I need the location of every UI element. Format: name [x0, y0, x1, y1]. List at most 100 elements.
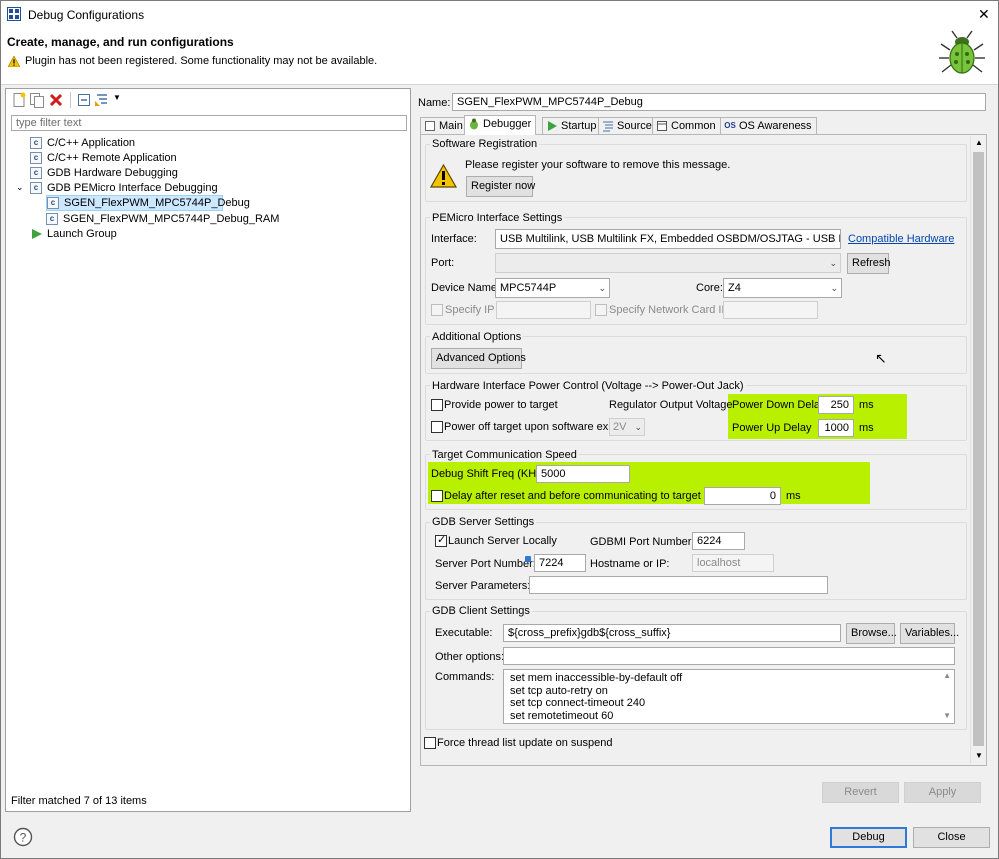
scrollbar-thumb[interactable] — [973, 152, 984, 746]
server-parameters-label: Server Parameters: — [435, 580, 531, 592]
register-now-button[interactable]: Register now — [466, 176, 535, 197]
nic-ip-field[interactable] — [723, 301, 818, 319]
variables-button[interactable]: Variables... — [900, 623, 959, 644]
executable-label: Executable: — [435, 627, 493, 639]
interface-select-value: USB Multilink, USB Multilink FX, Embedde… — [500, 233, 841, 245]
other-options-label: Other options: — [435, 651, 505, 663]
launch-server-locally-label: Launch Server Locally — [448, 535, 557, 547]
os-awareness-tab-icon: OS — [724, 121, 736, 130]
tree-item-label: SGEN_FlexPWM_MPC5744P_Debug — [64, 197, 250, 209]
filter-dropdown-icon[interactable]: ▼ — [113, 93, 121, 102]
executable-field[interactable]: ${cross_prefix}gdb${cross_suffix} — [503, 624, 841, 642]
server-port-field[interactable]: 7224 — [534, 554, 586, 572]
force-thread-checkbox[interactable] — [424, 737, 436, 749]
tree-item-label: SGEN_FlexPWM_MPC5744P_Debug_RAM — [63, 213, 280, 225]
tab-main[interactable]: Main — [420, 117, 468, 134]
server-port-label: Server Port Number: — [435, 558, 536, 570]
help-icon[interactable]: ? — [13, 827, 33, 847]
scroll-up-icon[interactable]: ▲ — [975, 138, 983, 147]
command-line: set mem inaccessible-by-default off — [510, 672, 683, 684]
other-options-field[interactable] — [503, 647, 955, 665]
registration-message: Please register your software to remove … — [465, 159, 731, 171]
delay-unit: ms — [786, 490, 801, 502]
title-bar: Debug Configurations ✕ — [1, 1, 998, 28]
c-config-icon: c — [46, 213, 58, 225]
interface-select[interactable]: USB Multilink, USB Multilink FX, Embedde… — [495, 229, 841, 249]
tab-label: OS Awareness — [739, 120, 812, 132]
tab-label: Startup — [561, 120, 597, 132]
power-up-delay-field[interactable]: 1000 — [818, 419, 854, 437]
close-window-icon[interactable]: ✕ — [978, 6, 990, 23]
power-down-unit: ms — [859, 399, 874, 411]
power-down-delay-field[interactable]: 250 — [818, 396, 854, 414]
hostname-field[interactable]: localhost — [692, 554, 774, 572]
c-config-icon: c — [47, 197, 59, 209]
tree-item-label: C/C++ Remote Application — [47, 152, 177, 164]
chevron-down-icon: ⌄ — [634, 422, 642, 432]
revert-button[interactable]: Revert — [822, 782, 899, 803]
source-tab-icon — [602, 120, 614, 132]
chevron-down-icon: ⌄ — [830, 283, 838, 293]
filter-configurations-icon[interactable] — [94, 92, 110, 108]
debug-shift-freq-field[interactable]: 5000 — [536, 465, 630, 483]
command-line: set tcp connect-timeout 240 — [510, 697, 646, 709]
commands-scroll-up-icon[interactable]: ▲ — [943, 670, 951, 683]
registration-warning-icon — [429, 163, 458, 188]
c-config-icon: c — [30, 167, 42, 179]
tree-item-sgen-debug-selected[interactable]: c SGEN_FlexPWM_MPC5744P_Debug — [46, 195, 250, 211]
scroll-down-icon[interactable]: ▼ — [975, 751, 983, 760]
launch-server-locally-checkbox[interactable] — [435, 533, 447, 547]
port-select[interactable]: ⌄ — [495, 253, 841, 273]
specify-ip-label: Specify IP — [445, 304, 495, 316]
tab-label: Debugger — [483, 118, 532, 130]
server-parameters-field[interactable] — [529, 576, 828, 594]
configuration-name-field[interactable]: SGEN_FlexPWM_MPC5744P_Debug — [452, 93, 986, 111]
power-down-delay-label: Power Down Delay — [732, 399, 826, 411]
command-line: set tcp auto-retry on — [510, 684, 608, 697]
apply-button[interactable]: Apply — [904, 782, 981, 803]
tab-debugger[interactable]: Debugger — [464, 115, 537, 135]
power-off-label: Power off target upon software exit — [444, 421, 614, 433]
compatible-hardware-link[interactable]: Compatible Hardware — [848, 233, 954, 245]
debug-button[interactable]: Debug — [830, 827, 907, 848]
commands-scroll-down-icon[interactable]: ▼ — [943, 710, 951, 723]
ip-address-field[interactable] — [496, 301, 591, 319]
tab-source[interactable]: Source — [598, 117, 657, 134]
delay-after-reset-checkbox[interactable] — [431, 490, 443, 502]
filter-input[interactable]: type filter text — [11, 115, 407, 131]
collapse-all-icon[interactable] — [76, 92, 92, 108]
expand-chevron-icon[interactable]: ⌄ — [16, 182, 24, 193]
gdbmi-port-field[interactable]: 6224 — [692, 532, 745, 550]
tree-item-label: C/C++ Application — [47, 137, 136, 149]
tab-common[interactable]: Common — [652, 117, 721, 134]
vertical-scrollbar[interactable]: ▲ ▼ — [970, 136, 985, 764]
software-registration-title: Software Registration — [430, 138, 540, 150]
gdb-server-title: GDB Server Settings — [430, 516, 537, 528]
duplicate-configuration-icon[interactable] — [29, 92, 45, 108]
specify-nic-checkbox[interactable] — [595, 304, 607, 316]
tree-item-label: Launch Group — [47, 228, 117, 240]
commands-textarea[interactable]: set mem inaccessible-by-default off set … — [503, 669, 955, 724]
tab-startup[interactable]: Startup — [542, 117, 602, 134]
specify-ip-checkbox[interactable] — [431, 304, 443, 316]
core-select[interactable]: Z4 ⌄ — [723, 278, 842, 298]
close-button[interactable]: Close — [913, 827, 990, 848]
header-banner: Create, manage, and run configurations P… — [1, 28, 998, 85]
tab-label: Common — [671, 120, 716, 132]
info-icon — [525, 556, 531, 562]
delay-after-reset-field[interactable]: 0 — [704, 487, 781, 505]
delete-configuration-icon[interactable] — [48, 92, 64, 108]
new-configuration-icon[interactable] — [11, 92, 27, 108]
force-thread-label: Force thread list update on suspend — [437, 737, 613, 749]
voltage-select[interactable]: 2V ⌄ — [609, 418, 645, 436]
device-name-select[interactable]: MPC5744P ⌄ — [495, 278, 610, 298]
power-off-checkbox[interactable] — [431, 421, 443, 433]
provide-power-checkbox[interactable] — [431, 399, 443, 411]
tab-os-awareness[interactable]: OS OS Awareness — [720, 117, 817, 134]
startup-tab-icon — [546, 120, 558, 132]
chevron-down-icon: ⌄ — [598, 283, 606, 293]
advanced-options-button[interactable]: Advanced Options — [431, 348, 526, 369]
refresh-button[interactable]: Refresh — [847, 253, 891, 274]
browse-button[interactable]: Browse... — [846, 623, 897, 644]
voltage-value: 2V — [613, 421, 627, 433]
